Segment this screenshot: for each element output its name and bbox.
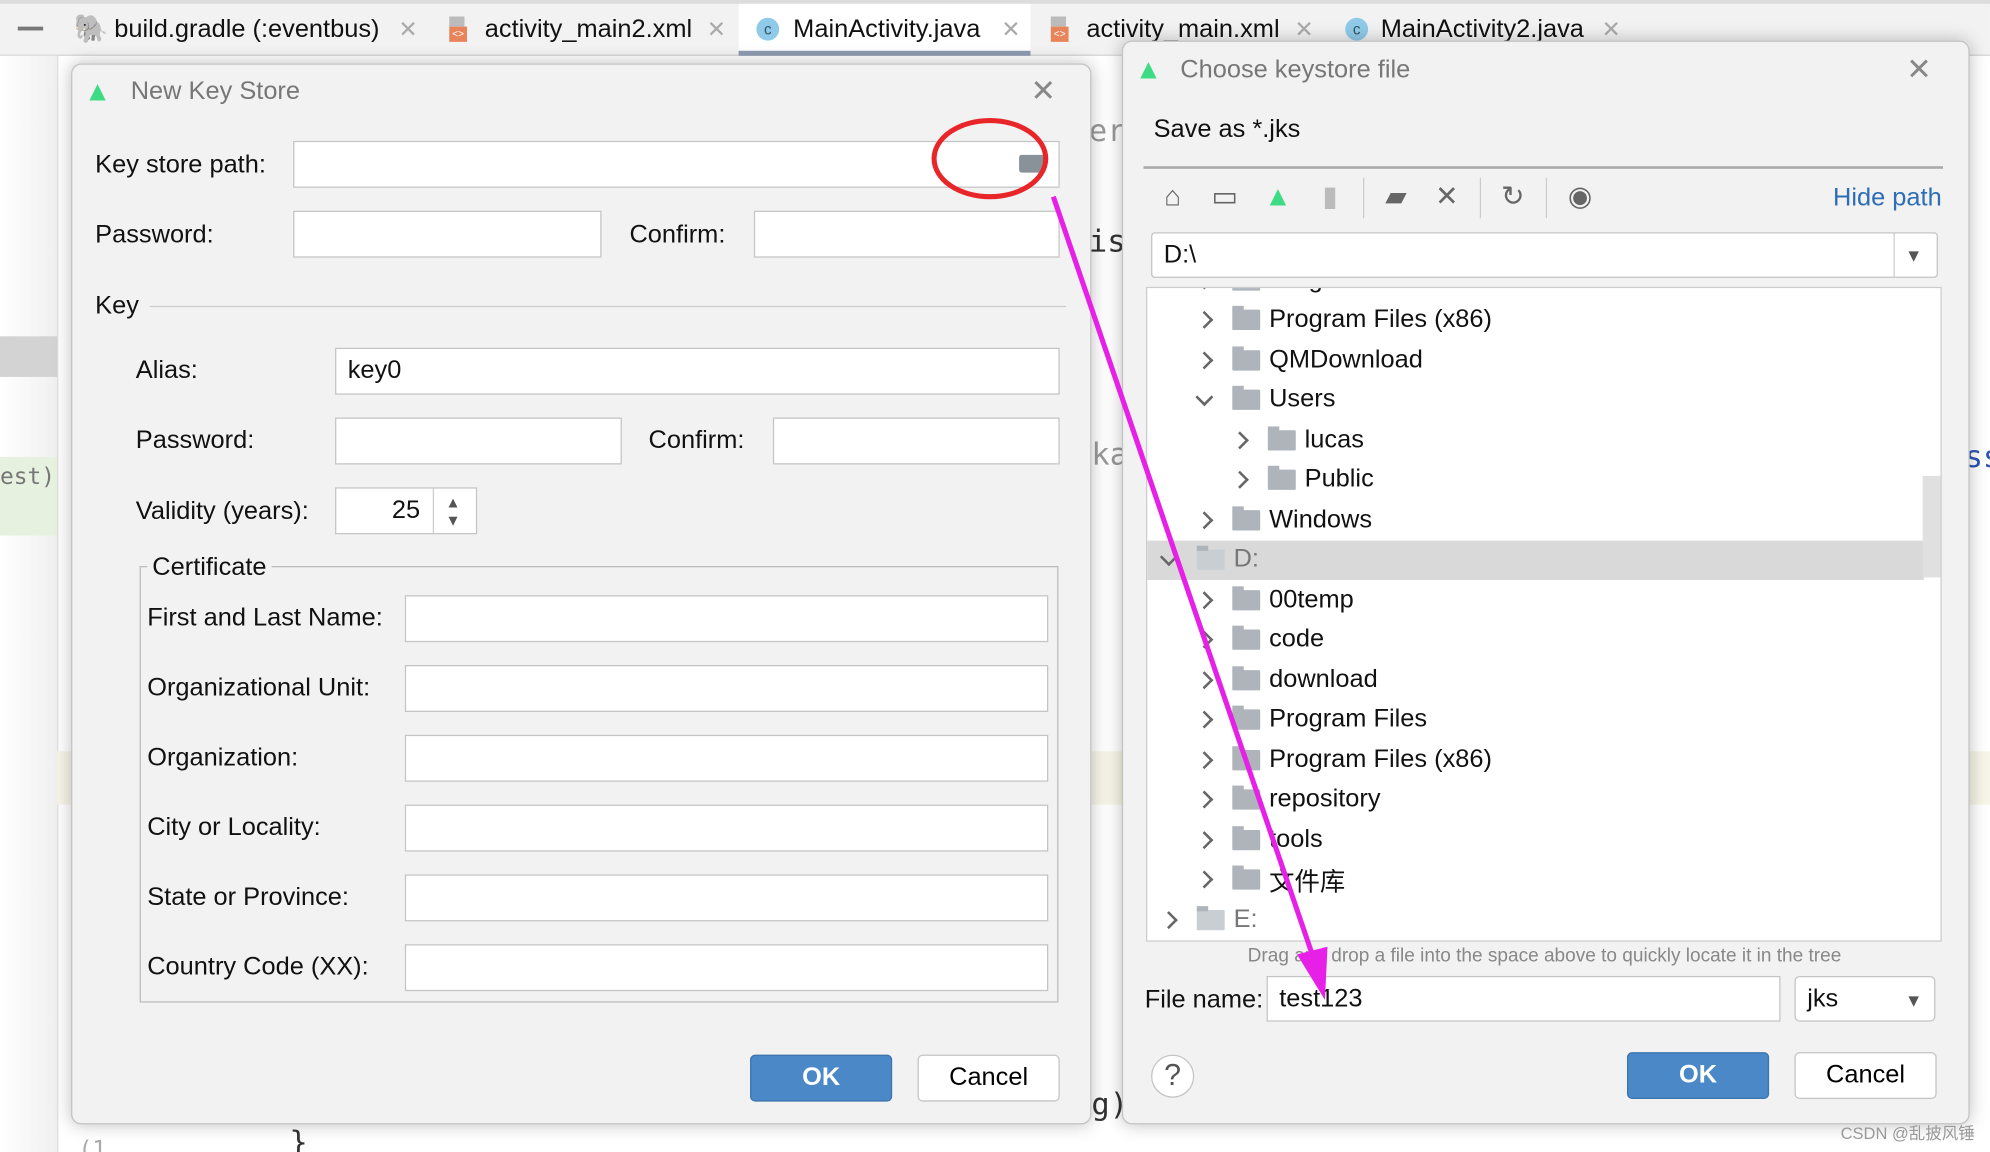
arrow-line bbox=[1050, 195, 1316, 959]
annotation-arrow bbox=[1050, 195, 1328, 1001]
ide-window: 🐘 build.gradle (:eventbus) ✕ activity_ma… bbox=[0, 0, 1990, 1152]
arrow-head bbox=[1297, 946, 1328, 1001]
watermark: CSDN @乱披风锤 bbox=[1840, 1123, 1975, 1143]
